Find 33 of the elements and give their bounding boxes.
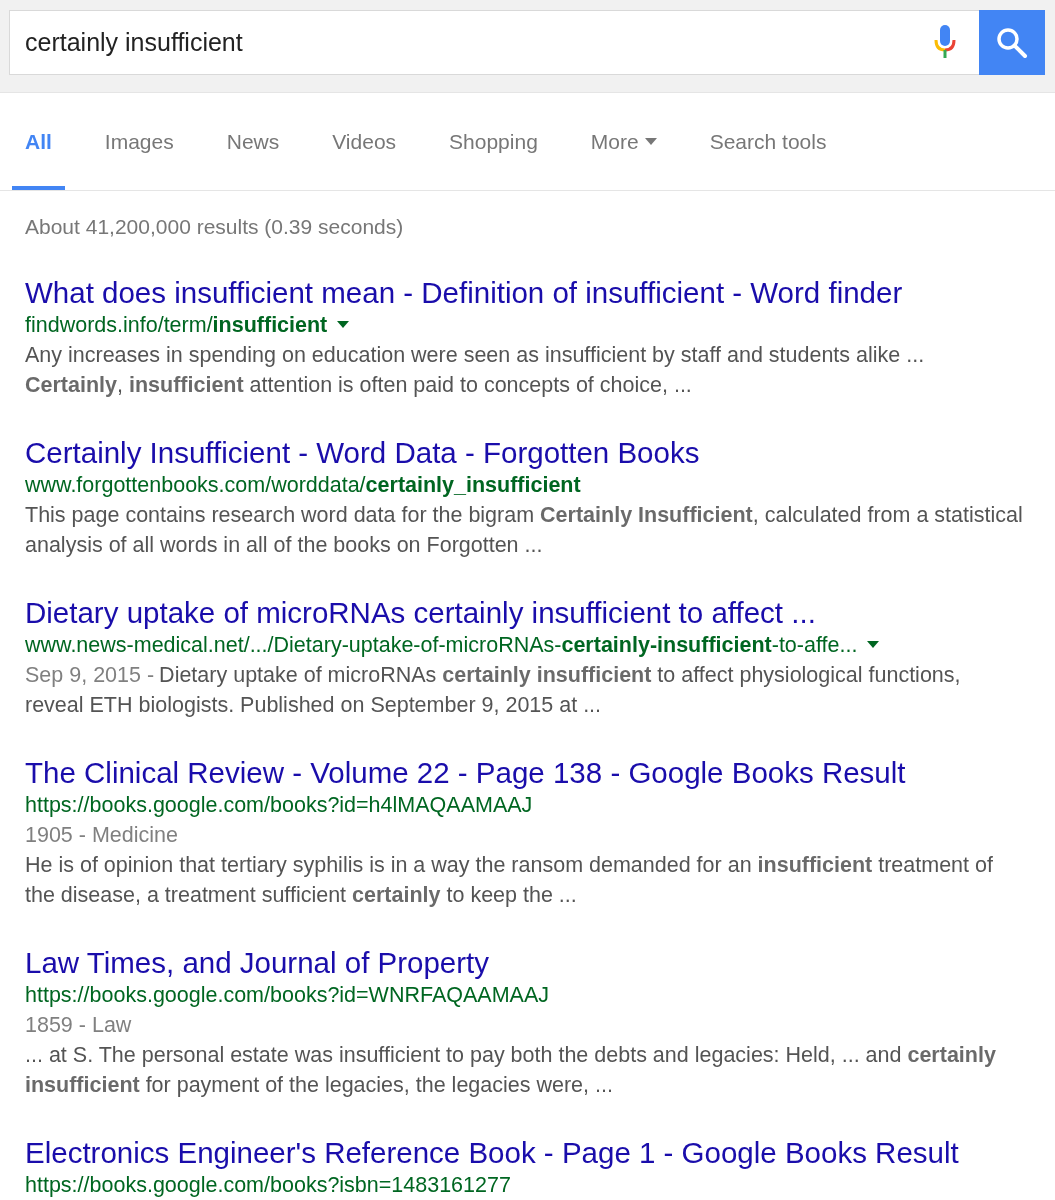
result-url: https://books.google.com/books?isbn=1483161277 <box>25 1172 511 1199</box>
result-url: www.news-medical.net/.../Dietary-uptake-of-microRNAs-certainly-insufficient-to-affe... <box>25 632 858 659</box>
result-url: findwords.info/term/insufficient <box>25 312 328 339</box>
result-title-link[interactable]: What does insufficient mean - Definition of insufficient - Word finder <box>25 276 1030 310</box>
result-url: https://books.google.com/books?id=h4lMAQAAMAAJ <box>25 792 533 819</box>
result-title-link[interactable]: Electronics Engineer's Reference Book - Page 1 - Google Books Result <box>25 1136 1030 1170</box>
search-tools-button[interactable]: Search tools <box>696 93 840 190</box>
tab[interactable]: News <box>213 93 293 190</box>
result-stats: About 41,200,000 results (0.39 seconds) <box>25 214 405 240</box>
result-snippet: Any increases in spending on education were seen as insufficient by staff and students alike ... Certainly, insufficient attention is often paid to concepts of choice, ... <box>25 342 926 399</box>
search-button[interactable] <box>979 10 1045 75</box>
microphone-icon[interactable] <box>933 25 957 61</box>
result-title-link[interactable]: Certainly Insufficient - Word Data - Forgotten Books <box>25 436 1030 470</box>
result-url: https://books.google.com/books?id=WNRFAQAAMAAJ <box>25 982 549 1009</box>
tab[interactable]: All <box>12 93 65 190</box>
result-meta: 1905 - Medicine <box>25 822 179 849</box>
result-snippet: Sep 9, 2015 - Dietary uptake of microRNAs certainly insufficient to affect physiological functions, reveal ETH biologists. Published on September 9, 2015 at ... <box>25 662 962 719</box>
result-title-link[interactable]: The Clinical Review - Volume 22 - Page 138 - Google Books Result <box>25 756 1030 790</box>
caret-icon[interactable] <box>337 321 350 329</box>
result-title-link[interactable]: Dietary uptake of microRNAs certainly insufficient to affect ... <box>25 596 1030 630</box>
search-icon <box>996 26 1028 59</box>
tab[interactable]: Shopping <box>436 93 551 190</box>
result-snippet: ... at S. The personal estate was insufficient to pay both the debts and legacies: Held, ... and certainly insufficient for payment of the legacies, the legacies were, ... <box>25 1042 997 1099</box>
result-meta: 1859 - Law <box>25 1012 133 1039</box>
tab[interactable]: More <box>577 93 670 190</box>
tab[interactable]: Videos <box>319 93 410 190</box>
result-snippet: This page contains research word data for the bigram Certainly Insufficient, calculated from a statistical analysis of all words in all of the books on Forgotten ... <box>25 502 1024 559</box>
result-title-link[interactable]: Law Times, and Journal of Property <box>25 946 1030 980</box>
result-url: www.forgottenbooks.com/worddata/certainly_insufficient <box>25 472 581 499</box>
tab[interactable]: Images <box>91 93 187 190</box>
search-field[interactable]: certainly insufficient <box>9 10 979 75</box>
result-snippet: He is of opinion that tertiary syphilis is in a way the ransom demanded for an insufficient treatment of the disease, a treatment sufficient certainly to keep the ... <box>25 852 994 909</box>
caret-icon[interactable] <box>867 641 880 649</box>
